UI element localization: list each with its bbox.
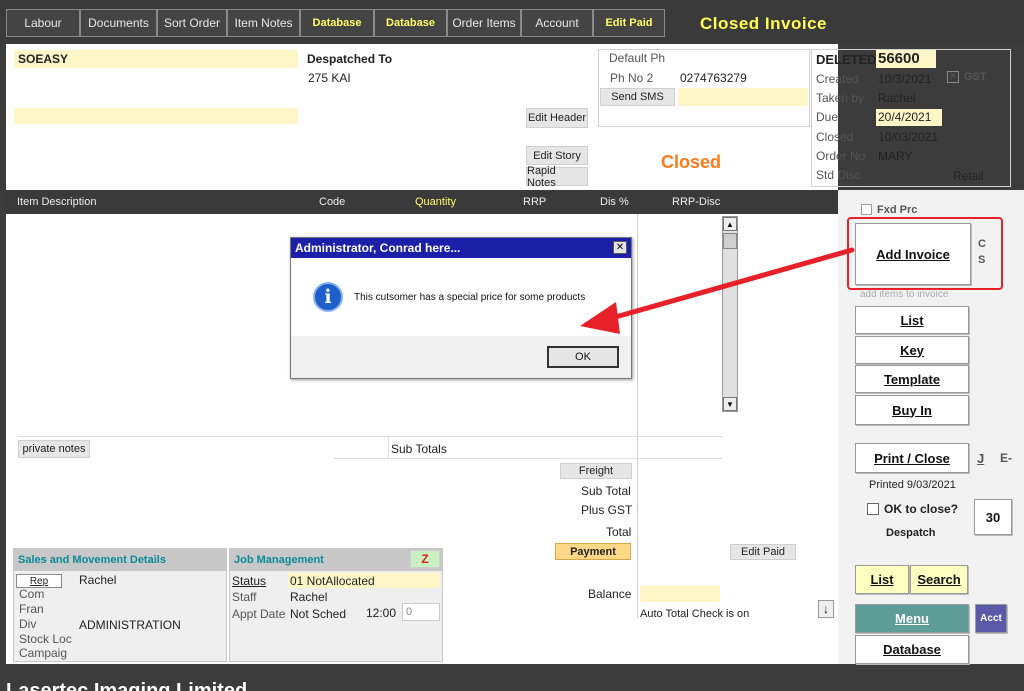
company-footer: Lasertec Imaging Limited: [6, 680, 248, 691]
arrow-shaft: [609, 247, 855, 321]
annotation-arrow: [580, 247, 855, 334]
arrow-head: [580, 302, 620, 334]
